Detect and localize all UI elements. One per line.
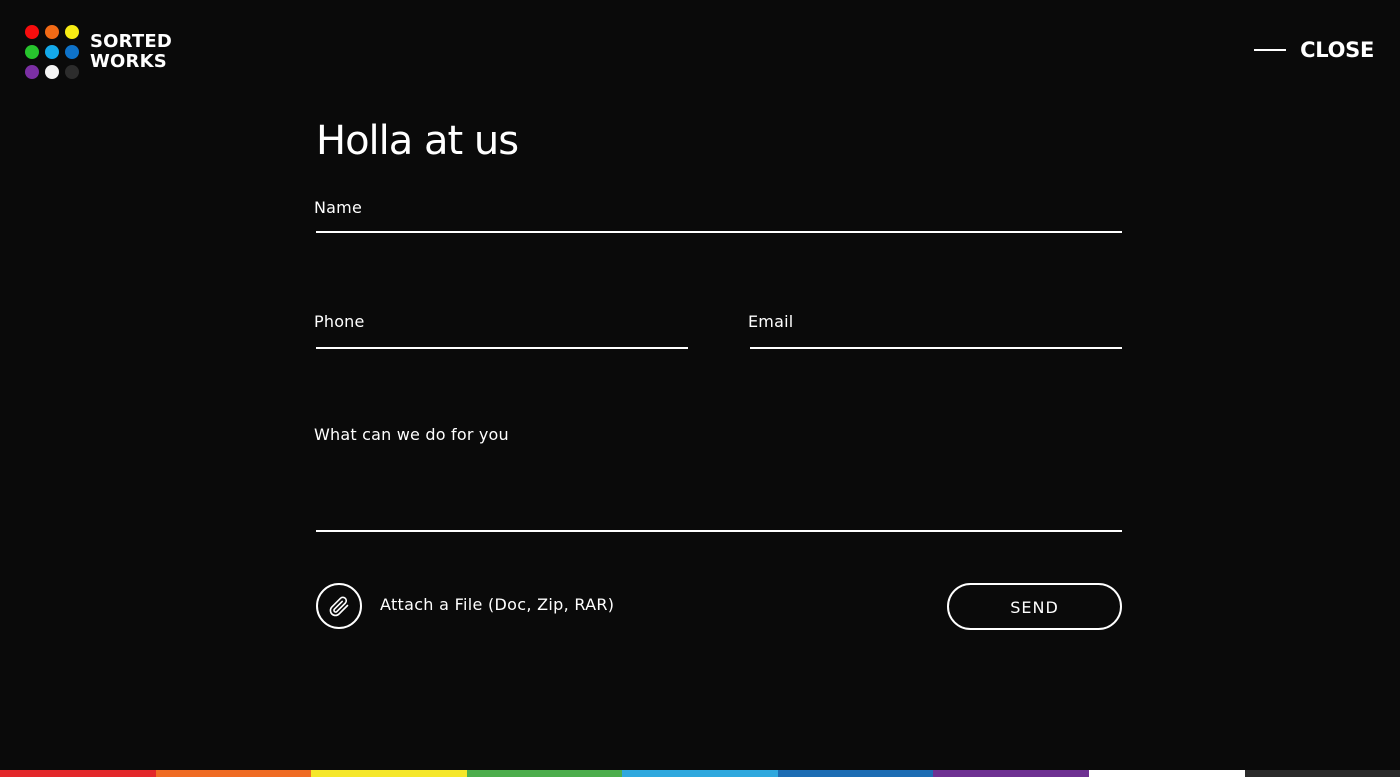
logo-dot-5 (45, 45, 59, 59)
attach-file-label: Attach a File (Doc, Zip, RAR) (380, 594, 615, 614)
footer-color-bar (0, 770, 1400, 777)
dash-icon (1254, 49, 1287, 51)
attach-file-button[interactable]: Attach a File (Doc, Zip, RAR) (316, 583, 614, 629)
name-field[interactable]: Name (314, 190, 1122, 233)
color-stripe-8 (1088, 770, 1245, 777)
email-field[interactable]: Email (748, 304, 1122, 349)
message-label: What can we do for you (314, 425, 509, 444)
logo-dot-6 (65, 45, 79, 59)
phone-input[interactable] (316, 324, 688, 343)
name-input[interactable] (316, 208, 1122, 227)
logo-dot-7 (25, 65, 39, 79)
logo-dot-3 (65, 25, 79, 39)
message-textarea[interactable] (316, 457, 1122, 526)
color-stripe-1 (0, 770, 156, 777)
logo-dot-2 (45, 25, 59, 39)
logo-dot-4 (25, 45, 39, 59)
close-label: CLOSE (1300, 38, 1374, 62)
contact-form: Holla at us (316, 112, 1122, 170)
brand-logo[interactable]: SORTED WORKS (25, 25, 172, 79)
color-stripe-4 (466, 770, 623, 777)
color-stripe-3 (311, 770, 467, 777)
paperclip-icon (329, 596, 349, 617)
message-field[interactable]: What can we do for you (314, 417, 1122, 532)
logo-line-2: WORKS (90, 51, 167, 72)
attach-circle[interactable] (316, 583, 362, 629)
color-stripe-2 (155, 770, 312, 777)
color-stripe-5 (622, 770, 778, 777)
color-stripe-7 (933, 770, 1089, 777)
page-title: Holla at us (316, 118, 519, 164)
color-stripe-9 (1244, 770, 1400, 777)
color-stripe-6 (777, 770, 934, 777)
logo-dots (25, 25, 79, 79)
logo-dot-8 (45, 65, 59, 79)
send-button[interactable]: SEND (947, 583, 1122, 630)
logo-wordmark: SORTED WORKS (90, 32, 172, 72)
logo-line-1: SORTED (90, 31, 173, 52)
logo-dot-9 (65, 65, 79, 79)
phone-field[interactable]: Phone (314, 304, 688, 349)
close-button[interactable]: CLOSE (1254, 38, 1374, 62)
logo-dot-1 (25, 25, 39, 39)
email-input[interactable] (750, 324, 1122, 343)
